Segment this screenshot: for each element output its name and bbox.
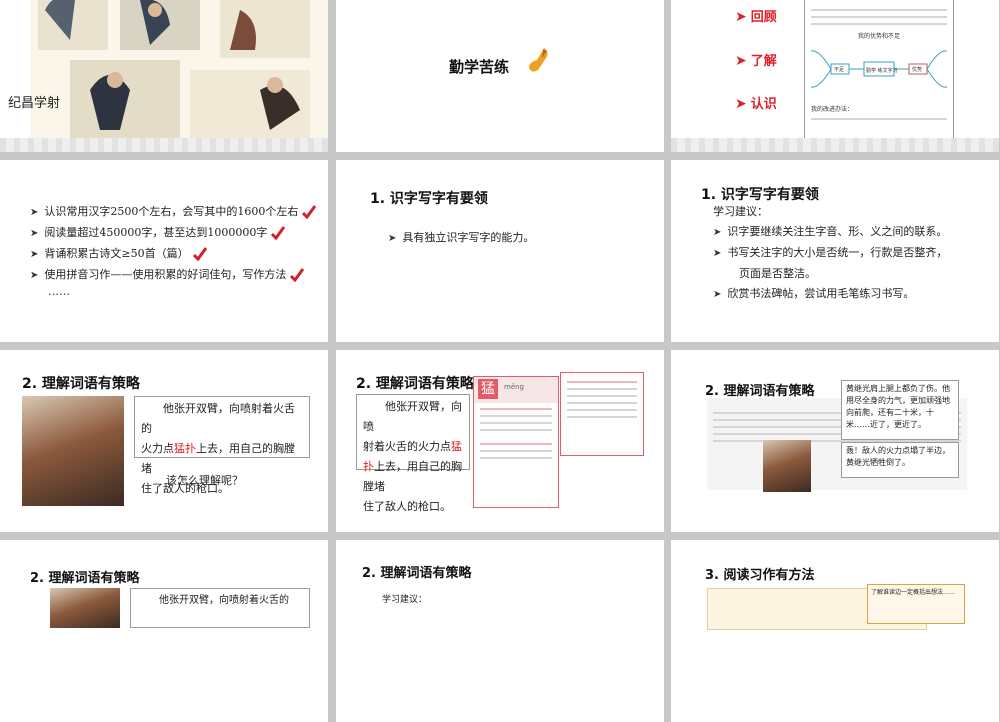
check-icon	[271, 226, 286, 240]
slide-thumbnail-9[interactable]: 2. 理解词语有策略 黄继光肩上腿上都负了伤。他用尽全身的力气，更加顽强地向前爬…	[671, 350, 999, 532]
review-item: ➤ 回顾	[735, 9, 777, 25]
paper-border	[0, 138, 328, 152]
slide-thumbnail-1[interactable]: 纪昌学射	[0, 0, 328, 152]
dictionary-character: 猛	[478, 379, 498, 399]
slide-thumbnail-10[interactable]: 2. 理解词语有策略 他张开双臂，向喷射着火舌的	[0, 540, 328, 722]
passage-box: 他张开双臂，向喷射着火舌的 火力点猛扑上去，用自己的胸膛堵 住了敌人的枪口。	[134, 396, 310, 495]
recognize-item: ➤ 认识	[735, 96, 777, 112]
slide-thumbnail-5[interactable]: 1. 识字写字有要领 ➤ 具有独立识字写字的能力。	[336, 160, 664, 342]
goal-item: ➤ 认识常用汉字2500个左右，会写其中的1600个左右	[30, 202, 317, 223]
slide-thumbnail-12[interactable]: 3. 阅读习作有方法 了解谁读边一定概括出想法……	[671, 540, 999, 722]
ability-item: ➤ 具有独立识字写字的能力。	[388, 231, 535, 244]
calligraphy-brush-icon	[526, 46, 552, 78]
suggestion-continuation: 页面是否整洁。	[739, 267, 816, 280]
highlight-word: 猛扑	[174, 442, 196, 455]
suggestion-list: 学习建议： ➤ 识字要继续关注生字音、形、义之间的联系。 ➤ 书写关注字的大小是否统…	[713, 202, 947, 305]
svg-text:优势: 优势	[912, 66, 922, 73]
slide-thumbnail-8[interactable]: 2. 理解词语有策略 他张开双臂，向喷 射着火舌的火力点猛扑上去，用自己的胸膛堵…	[336, 350, 664, 532]
slide-thumbnail-3[interactable]: ➤ 回顾 ➤ 了解 ➤ 认识 我的优势和不足 勤学 练文字习 不足 优势 我的改进办法…	[671, 0, 999, 152]
svg-text:勤学 练文字习: 勤学 练文字习	[866, 67, 898, 74]
slide-thumbnail-2[interactable]: 勤学苦练	[336, 0, 664, 152]
slide-thumbnail-11[interactable]: 2. 理解词语有策略 学习建议：	[336, 540, 664, 722]
slide-title: 2. 理解词语有策略	[362, 566, 472, 581]
goal-item: ➤ 背诵积累古诗文≥50首（篇）	[30, 244, 316, 265]
slide-title: 2. 理解词语有策略	[22, 376, 140, 392]
paper-border	[671, 138, 999, 152]
suggestion-heading: 学习建议：	[382, 595, 428, 605]
slide-thumbnail-7[interactable]: 2. 理解词语有策略 他张开双臂，向喷射着火舌的 火力点猛扑上去，用自己的胸膛堵…	[0, 350, 328, 532]
check-icon	[290, 268, 305, 282]
slide-title: 2. 理解词语有策略	[30, 571, 140, 586]
check-icon	[192, 247, 207, 261]
understand-item: ➤ 了解	[735, 53, 777, 69]
slide-thumbnail-6[interactable]: 1. 识字写字有要领 学习建议： ➤ 识字要继续关注生字音、形、义之间的联系。 ➤…	[671, 160, 999, 342]
question-text: 该怎么理解呢？	[166, 474, 243, 487]
note-box: 了解谁读边一定概括出想法……	[867, 584, 965, 624]
hero-photo	[50, 588, 120, 628]
passage-box: 他张开双臂，向喷 射着火舌的火力点猛扑上去，用自己的胸膛堵 住了敌人的枪口。	[356, 394, 470, 513]
goal-list: ➤ 认识常用汉字2500个左右，会写其中的1600个左右 ➤ 阅读量超过450000…	[30, 202, 317, 298]
slide-title: 2. 理解词语有策略	[705, 384, 815, 399]
worksheet-preview: 我的优势和不足 勤学 练文字习 不足 优势 我的改进办法：	[804, 0, 954, 140]
ink-painting-illustration	[30, 0, 328, 142]
ellipsis: ……	[48, 285, 70, 298]
suggestion-heading: 学习建议：	[713, 205, 768, 218]
slide-title: 2. 理解词语有策略	[356, 376, 474, 392]
speech-bubble-2: 轰！敌人的火力点塌了半边，黄继光牺牲倒了。	[841, 442, 959, 478]
hero-photo	[22, 396, 124, 506]
check-icon	[302, 205, 317, 219]
svg-text:不足: 不足	[834, 67, 844, 73]
speech-bubble-1: 黄继光肩上腿上都负了伤。他用尽全身的力气，更加顽强地向前爬，还有二十米，十米………	[841, 380, 959, 440]
goal-item: ➤ 使用拼音习作——使用积累的好词佳句，写作方法	[30, 265, 316, 286]
suggestion-item: ➤ 书写关注字的大小是否统一，行款是否整齐，	[713, 246, 948, 259]
dictionary-card-left: 猛 měng	[473, 376, 559, 508]
passage-box: 他张开双臂，向喷射着火舌的	[130, 588, 310, 628]
suggestion-item: ➤ 识字要继续关注生字音、形、义之间的联系。	[713, 225, 948, 238]
slide-title: 3. 阅读习作有方法	[705, 568, 815, 583]
dictionary-card-right	[560, 372, 644, 456]
goal-item: ➤ 阅读量超过450000字，甚至达到1000000字	[30, 223, 316, 244]
slide-thumbnail-4[interactable]: ➤ 认识常用汉字2500个左右，会写其中的1600个左右 ➤ 阅读量超过450000…	[0, 160, 328, 342]
slide-title: 1. 识字写字有要领	[701, 187, 819, 203]
mind-map-diagram: 勤学 练文字习 不足 优势	[810, 50, 948, 88]
slide-title: 勤学苦练	[449, 58, 510, 76]
suggestion-item: ➤ 欣赏书法碑帖，尝试用毛笔练习书写。	[713, 287, 915, 300]
hero-photo	[763, 440, 811, 492]
slide-caption: 纪昌学射	[8, 96, 61, 111]
slide-title: 1. 识字写字有要领	[370, 191, 488, 207]
